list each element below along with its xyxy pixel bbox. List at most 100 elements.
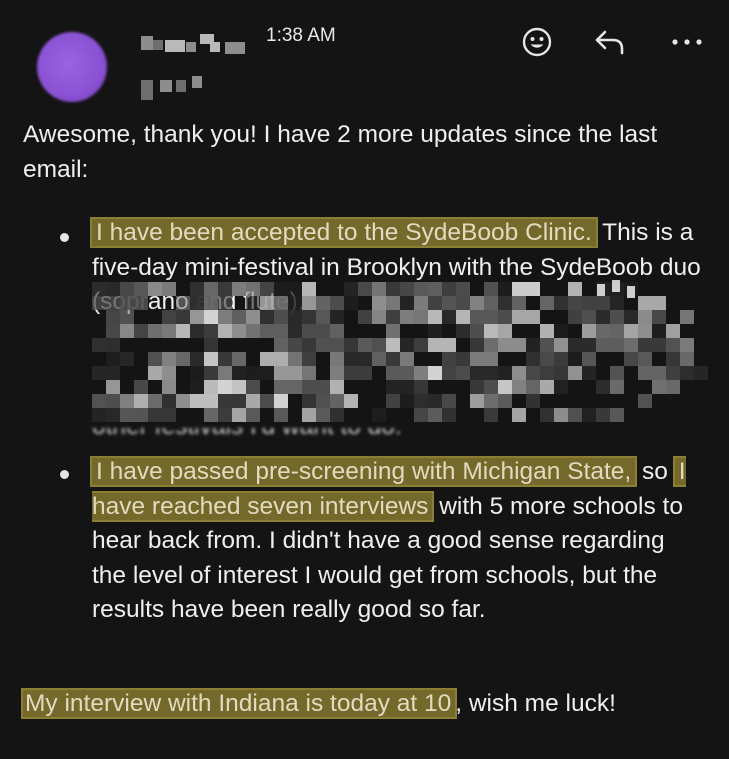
mosaic-cell — [120, 394, 134, 408]
mosaic-cell — [512, 296, 526, 310]
mosaic-cell — [218, 366, 232, 380]
mosaic-cell — [554, 366, 568, 380]
mosaic-cell — [612, 280, 620, 292]
mosaic-cell — [232, 324, 246, 338]
mosaic-cell — [386, 282, 400, 296]
mosaic-cell — [302, 296, 316, 310]
mosaic-cell — [456, 310, 470, 324]
mosaic-cell — [120, 310, 134, 324]
mosaic-cell — [302, 408, 316, 422]
mosaic-cell — [470, 366, 498, 380]
mosaic-cell — [246, 310, 260, 324]
mosaic-cell — [456, 282, 470, 296]
mosaic-cell — [582, 352, 596, 366]
mosaic-cell — [666, 324, 680, 338]
mosaic-cell — [106, 310, 120, 324]
mosaic-cell — [386, 296, 400, 310]
mosaic-cell — [638, 352, 652, 366]
mosaic-cell — [498, 282, 512, 296]
message-intro: Awesome, thank you! I have 2 more update… — [23, 117, 713, 187]
mosaic-cell — [106, 380, 120, 394]
mosaic-cell — [316, 408, 330, 422]
mosaic-cell — [526, 380, 540, 394]
mosaic-cell — [134, 394, 148, 408]
mosaic-cell — [484, 408, 498, 422]
mosaic-cell — [442, 408, 456, 422]
mosaic-cell — [526, 352, 540, 366]
reply-arrow-icon[interactable] — [590, 22, 630, 62]
mosaic-cell — [246, 408, 260, 422]
mosaic-cell — [358, 282, 372, 296]
mosaic-cell — [526, 338, 540, 352]
mosaic-cell — [134, 380, 148, 394]
mosaic-cell — [274, 394, 288, 408]
mosaic-cell — [162, 366, 176, 380]
mosaic-cell — [274, 366, 302, 380]
mosaic-cell — [666, 380, 680, 394]
mosaic-cell — [442, 282, 456, 296]
mosaic-cell — [568, 366, 582, 380]
mosaic-cell — [148, 282, 176, 296]
mosaic-cell — [512, 408, 526, 422]
mosaic-cell — [372, 296, 386, 310]
redacted-tail: other festivals I'd want to do. — [92, 428, 492, 448]
mosaic-cell — [92, 394, 106, 408]
mosaic-cell — [344, 296, 358, 310]
mosaic-cell — [627, 286, 635, 298]
mosaic-cell — [414, 296, 428, 310]
mosaic-cell — [400, 310, 428, 324]
mosaic-cell — [400, 296, 414, 310]
mosaic-cell — [610, 296, 624, 310]
mosaic-cell — [414, 282, 428, 296]
bullet-dot — [60, 233, 69, 242]
mosaic-cell — [274, 282, 302, 296]
mosaic-cell — [274, 380, 288, 394]
mosaic-cell — [232, 352, 246, 366]
mosaic-cell — [218, 380, 246, 394]
mosaic-cell — [246, 380, 260, 394]
mosaic-cell — [204, 324, 218, 338]
mosaic-cell — [274, 338, 288, 352]
mosaic-cell — [232, 366, 246, 380]
mosaic-cell — [316, 338, 344, 352]
mosaic-cell — [666, 352, 680, 366]
mosaic-cell — [260, 366, 274, 380]
mosaic-cell — [442, 296, 470, 310]
more-dots-icon[interactable] — [665, 22, 709, 62]
mosaic-cell — [190, 296, 204, 310]
mosaic-cell — [386, 394, 400, 408]
mosaic-cell — [442, 394, 456, 408]
mosaic-cell — [638, 296, 666, 310]
mosaic-cell — [92, 366, 106, 380]
sender-avatar[interactable] — [37, 32, 107, 102]
mosaic-cell — [680, 338, 694, 352]
mosaic-cell — [596, 338, 624, 352]
highlighted-text: I have been accepted to the SydeBoob Cli… — [92, 219, 596, 246]
list-item-text: I have passed pre-screening with Michiga… — [92, 455, 702, 628]
message-header: 1:38 AM — [0, 0, 729, 110]
emoji-smile-icon[interactable] — [517, 22, 557, 62]
mosaic-cell — [246, 366, 260, 380]
mosaic-cell — [176, 394, 190, 408]
mosaic-cell — [624, 324, 638, 338]
mosaic-cell — [484, 338, 498, 352]
mosaic-cell — [386, 324, 400, 338]
mosaic-cell — [218, 352, 232, 366]
mosaic-cell — [316, 296, 330, 310]
mosaic-cell — [624, 338, 638, 352]
mosaic-cell — [386, 366, 414, 380]
mosaic-cell — [176, 352, 190, 366]
mosaic-cell — [92, 338, 106, 352]
mosaic-cell — [470, 352, 498, 366]
mosaic-cell — [330, 324, 344, 338]
mosaic-cell — [386, 352, 400, 366]
mosaic-cell — [218, 310, 232, 324]
mosaic-cell — [302, 366, 316, 380]
mosaic-cell — [246, 324, 260, 338]
mosaic-cell — [92, 282, 106, 296]
mosaic-cell — [148, 408, 176, 422]
mosaic-cell — [610, 408, 624, 422]
mosaic-cell — [120, 296, 148, 310]
mosaic-cell — [428, 366, 442, 380]
mosaic-cell — [554, 324, 568, 338]
